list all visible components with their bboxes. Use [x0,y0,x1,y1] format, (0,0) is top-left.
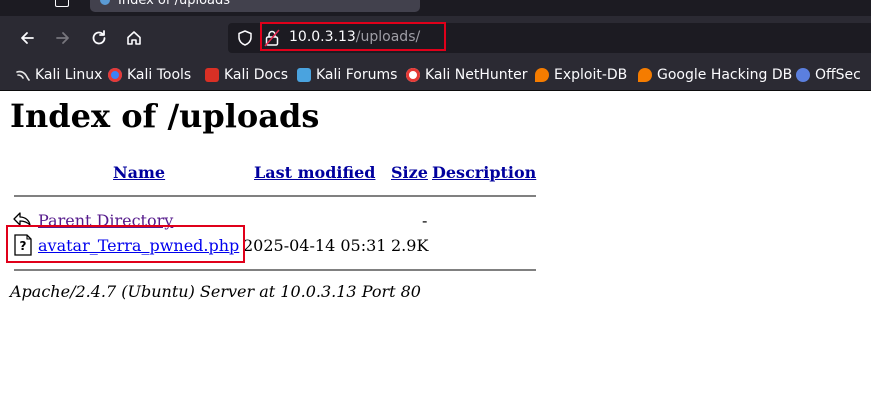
bookmark-label: Kali Linux [35,67,103,83]
kali-forums-icon [297,68,311,82]
bookmark-kali-tools[interactable]: Kali Tools [108,65,191,85]
tracking-protection-shield-icon[interactable] [236,29,254,47]
offsec-icon [796,68,810,82]
bookmark-label: Kali Docs [224,67,289,83]
bookmark-kali-linux[interactable]: Kali Linux [16,65,102,85]
bookmark-label: Exploit-DB [554,67,628,83]
kali-docs-icon [205,68,219,82]
forward-arrow-icon [56,32,69,44]
bookmark-google-hacking-db[interactable]: Google Hacking DB [638,65,792,85]
row-size: - [422,211,428,230]
url-annotation-box [260,22,446,51]
row-last-modified: 2025-04-14 05:31 [243,236,387,255]
server-signature: Apache/2.4.7 (Ubuntu) Server at 10.0.3.1… [10,282,421,301]
bookmark-label: Kali Forums [316,67,398,83]
page-title: Index of /uploads [10,97,320,135]
bookmark-label: OffSec [815,67,861,83]
kali-tools-icon [108,68,122,82]
reload-button[interactable] [88,27,110,49]
tab-title: Index of /uploads [118,0,231,8]
exploit-db-icon [535,68,549,82]
column-header-size[interactable]: Size [391,163,428,182]
column-header-last-modified[interactable]: Last modified [254,163,375,182]
bookmark-label: Google Hacking DB [657,67,793,83]
reload-icon [92,30,106,45]
bookmark-offsec[interactable]: OffSec [796,65,861,85]
tab-list-icon[interactable] [55,0,69,7]
row-size: 2.9K [391,236,429,255]
bookmark-label: Kali Tools [127,67,192,83]
file-annotation-box [6,225,245,263]
back-button[interactable] [16,27,38,49]
bookmark-kali-nethunter[interactable]: Kali NetHunter [406,65,527,85]
kali-dragon-icon [16,68,30,82]
forward-button[interactable] [52,27,74,49]
header-divider [14,195,536,197]
home-icon [127,31,141,45]
footer-divider [14,269,536,271]
nethunter-icon [406,68,420,82]
column-header-description[interactable]: Description [432,163,536,182]
back-arrow-icon [21,32,34,44]
bookmark-kali-docs[interactable]: Kali Docs [205,65,288,85]
tab-strip: Index of /uploads [0,0,871,16]
bookmark-exploit-db[interactable]: Exploit-DB [535,65,627,85]
bookmark-label: Kali NetHunter [425,67,528,83]
tab-favicon-icon [100,0,110,5]
page-content: Index of /uploads Name Last modified Siz… [0,91,871,418]
ghdb-icon [638,68,652,82]
column-header-name[interactable]: Name [113,163,165,182]
active-tab[interactable]: Index of /uploads [90,0,420,12]
bookmarks-toolbar: Kali Linux Kali Tools Kali Docs Kali For… [0,60,871,91]
home-button[interactable] [123,27,145,49]
bookmark-kali-forums[interactable]: Kali Forums [297,65,397,85]
